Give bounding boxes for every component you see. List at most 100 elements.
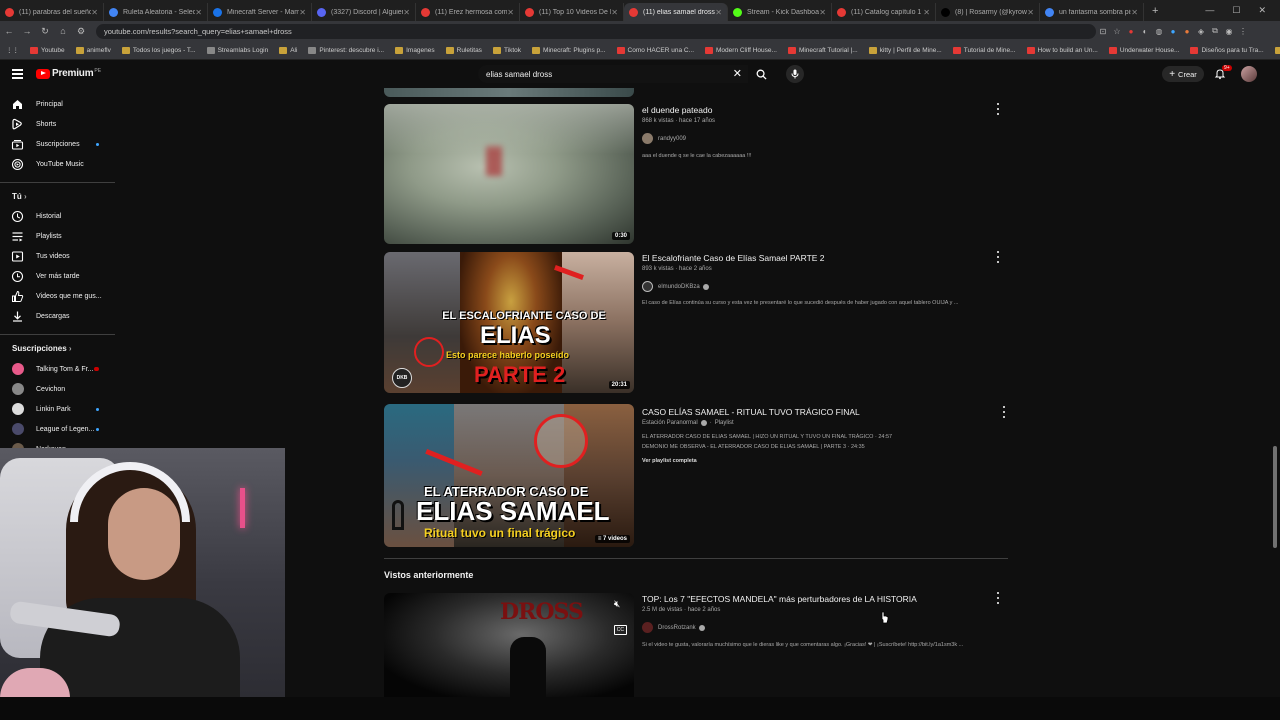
mute-icon[interactable]: 🔇︎: [614, 599, 628, 613]
channel-info[interactable]: Estación Paranormal · Playlist: [642, 420, 734, 426]
extension-icon[interactable]: ●: [1166, 27, 1180, 36]
apps-icon[interactable]: ⋮⋮: [6, 46, 19, 54]
more-options-icon[interactable]: [995, 103, 1001, 115]
bookmark-item[interactable]: animeflv: [75, 46, 111, 54]
browser-tab[interactable]: (11) Top 10 Videos De Mi ✕: [520, 3, 624, 21]
close-tab-icon[interactable]: ✕: [507, 8, 514, 17]
browser-tab[interactable]: Ruleta Aleatoria - Selecci ✕: [104, 3, 208, 21]
more-options-icon[interactable]: [1001, 406, 1007, 418]
create-button[interactable]: + Crear: [1162, 66, 1204, 82]
channel-info[interactable]: DrossRotzank: [642, 622, 705, 633]
new-tab-icon[interactable]: +: [1152, 5, 1158, 17]
bookmark-item[interactable]: Todos los juegos - T...: [121, 46, 196, 54]
search-button[interactable]: [750, 65, 772, 83]
menu-hamburger-icon[interactable]: [12, 69, 23, 81]
close-tab-icon[interactable]: ✕: [403, 8, 410, 17]
video-title[interactable]: el duende pateado: [642, 105, 712, 115]
bookmark-item[interactable]: Streamlabs Login: [206, 46, 268, 54]
browser-tab[interactable]: Stream - Kick Dashboard ✕: [728, 3, 832, 21]
reload-icon[interactable]: ↻: [36, 26, 54, 37]
bookmark-item[interactable]: Modern Cliff House...: [705, 46, 777, 54]
extension-icon[interactable]: ●: [1124, 27, 1138, 36]
browser-tab[interactable]: (8) | Rosarmy (@kyrows ✕: [936, 3, 1040, 21]
install-icon[interactable]: ⊡: [1096, 27, 1110, 36]
sidebar-item[interactable]: Tus videos: [0, 246, 118, 266]
close-tab-icon[interactable]: ✕: [1027, 8, 1034, 17]
sidebar-item[interactable]: Shorts: [0, 114, 118, 134]
close-tab-icon[interactable]: ✕: [819, 8, 826, 17]
home-icon[interactable]: ⌂: [54, 26, 72, 36]
sidebar-item[interactable]: Historial: [0, 206, 118, 226]
close-tab-icon[interactable]: ✕: [923, 8, 930, 17]
sidebar-subscription-item[interactable]: Talking Tom & Fr...: [0, 359, 118, 379]
bookmark-item[interactable]: How to build an Un...: [1026, 46, 1098, 54]
forward-icon[interactable]: →: [18, 26, 36, 36]
browser-tab[interactable]: (11) elias samael dross - ✕: [624, 3, 728, 21]
minimize-icon[interactable]: —: [1205, 5, 1214, 16]
bookmark-item[interactable]: Tiktok: [492, 46, 521, 54]
more-options-icon[interactable]: [995, 251, 1001, 263]
profile-icon[interactable]: ◉: [1222, 27, 1236, 36]
sidebar-subscription-item[interactable]: Cevichon: [0, 379, 118, 399]
more-options-icon[interactable]: [995, 592, 1001, 604]
bookmark-item[interactable]: Ruletitas: [445, 46, 482, 54]
bookmark-item[interactable]: Todos los favoritos: [1274, 46, 1280, 54]
close-window-icon[interactable]: ✕: [1258, 5, 1266, 16]
close-tab-icon[interactable]: ✕: [299, 8, 306, 17]
playlist-thumbnail[interactable]: EL ATERRADOR CASO DE ELIAS SAMAEL Ritual…: [384, 404, 634, 547]
extension-icon[interactable]: ●: [1180, 27, 1194, 36]
address-bar[interactable]: youtube.com/results?search_query=elias+s…: [96, 23, 1096, 39]
bookmark-item[interactable]: kitty | Perfil de Mine...: [868, 46, 942, 54]
browser-tab[interactable]: (11) Catalog capítulo 1 (1 ✕: [832, 3, 936, 21]
playlist-item-1[interactable]: EL ATERRADOR CASO DE ELIAS SAMAEL | HIZO…: [642, 434, 892, 440]
close-tab-icon[interactable]: ✕: [195, 8, 202, 17]
menu-icon[interactable]: ⋮: [1236, 27, 1250, 36]
extension-icon[interactable]: ◐: [1138, 27, 1152, 36]
extension-icon[interactable]: ◍: [1152, 27, 1166, 36]
sidebar-item[interactable]: Descargas: [0, 306, 118, 326]
sidebar-subscription-item[interactable]: Linkin Park: [0, 399, 118, 419]
bookmark-item[interactable]: Minecraft: Plugins p...: [532, 46, 606, 54]
clear-search-icon[interactable]: ✕: [733, 67, 742, 80]
sidebar-item[interactable]: Suscripciones: [0, 134, 118, 154]
browser-tab[interactable]: (11) parabras del sueño - ✕: [0, 3, 104, 21]
close-tab-icon[interactable]: ✕: [91, 8, 98, 17]
channel-info[interactable]: elmundoDKBza: [642, 281, 709, 292]
sidebar-section-subscriptions[interactable]: Suscripciones ›: [12, 344, 72, 353]
account-avatar[interactable]: [1241, 66, 1257, 82]
video-thumbnail[interactable]: 0:30: [384, 104, 634, 244]
search-input[interactable]: elias samael dross ✕: [478, 65, 748, 83]
bookmark-item[interactable]: Imagenes: [395, 46, 435, 54]
bookmark-item[interactable]: Tutorial de Mine...: [952, 46, 1016, 54]
close-tab-icon[interactable]: ✕: [611, 8, 618, 17]
playlist-title[interactable]: CASO ELÍAS SAMAEL - RITUAL TUVO TRÁGICO …: [642, 407, 860, 417]
sidebar-item[interactable]: Ver más tarde: [0, 266, 118, 286]
close-tab-icon[interactable]: ✕: [715, 8, 722, 17]
bookmark-item[interactable]: Minecraft Tutorial |...: [787, 46, 858, 54]
sidebar-subscription-item[interactable]: League of Legen...: [0, 419, 118, 439]
bookmark-item[interactable]: Como HACER una C...: [616, 46, 694, 54]
sidebar-item[interactable]: Principal: [0, 94, 118, 114]
back-icon[interactable]: ←: [0, 26, 18, 36]
bookmark-item[interactable]: Underwater House...: [1108, 46, 1179, 54]
bookmark-item[interactable]: Youtube: [30, 46, 65, 54]
view-full-playlist-link[interactable]: Ver playlist completa: [642, 458, 697, 464]
site-info-icon[interactable]: ⚙: [72, 26, 90, 37]
bookmark-star-icon[interactable]: ☆: [1110, 27, 1124, 36]
playlist-item-2[interactable]: DEMONIO ME OBSERVA - EL ATERRADOR CASO D…: [642, 444, 865, 450]
sidebar-item[interactable]: Playlists: [0, 226, 118, 246]
bookmark-item[interactable]: Ali: [279, 46, 297, 54]
youtube-logo[interactable]: Premium PE: [36, 68, 101, 79]
captions-button[interactable]: CC: [613, 625, 627, 635]
browser-tab[interactable]: Minecraft Server - Mam ✕: [208, 3, 312, 21]
video-title[interactable]: TOP: Los 7 "EFECTOS MANDELA" más perturb…: [642, 594, 917, 604]
maximize-icon[interactable]: ☐: [1232, 5, 1240, 16]
voice-search-button[interactable]: [786, 65, 804, 83]
bookmark-item[interactable]: Pinterest: descubre i...: [308, 46, 384, 54]
browser-tab[interactable]: (11) Erez hermosa como ✕: [416, 3, 520, 21]
page-scrollbar[interactable]: [1273, 446, 1277, 548]
sidebar-section-you[interactable]: Tú ›: [12, 192, 27, 201]
bookmark-item[interactable]: Diseños para tu Tra...: [1190, 46, 1264, 54]
channel-info[interactable]: randyy009: [642, 133, 686, 144]
browser-tab[interactable]: un fantasma sombra piso ✕: [1040, 3, 1144, 21]
